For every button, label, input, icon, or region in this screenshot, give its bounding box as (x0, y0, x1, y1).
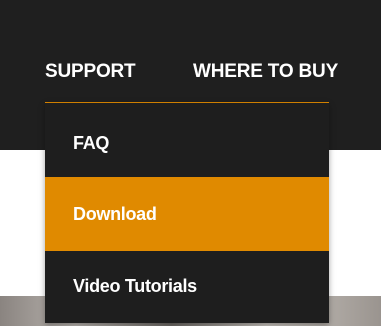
nav-item-where-to-buy[interactable]: WHERE TO BUY (193, 61, 338, 83)
nav-item-support[interactable]: SUPPORT (45, 61, 136, 83)
dropdown-item-video-tutorials[interactable]: Video Tutorials (45, 251, 329, 323)
support-dropdown-menu: FAQ Download Video Tutorials (45, 103, 329, 323)
dropdown-item-download[interactable]: Download (45, 177, 329, 251)
dropdown-item-faq[interactable]: FAQ (45, 103, 329, 177)
